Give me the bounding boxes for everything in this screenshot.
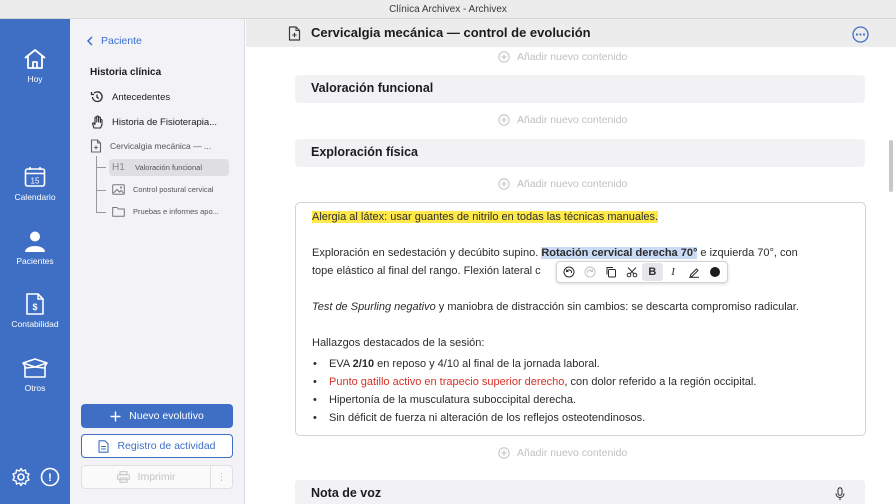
redo-icon	[584, 266, 596, 278]
rail-item-contabilidad[interactable]: $ Contabilidad	[0, 292, 70, 329]
copy-icon	[606, 267, 616, 278]
document-icon	[288, 26, 301, 41]
history-sidebar: Paciente Historia clínica Antecedentes H…	[70, 19, 245, 504]
back-to-patient-link[interactable]: Paciente	[86, 35, 142, 47]
trigger-point-text: Punto gatillo activo en trapecio superio…	[329, 376, 565, 388]
exploration-line-2: tope elástico al final del rango. Flexió…	[312, 265, 541, 277]
section-title: Nota de voz	[311, 486, 382, 500]
add-content-button[interactable]: Añadir nuevo contenido	[498, 178, 627, 190]
rail-bottom-actions: !	[0, 467, 70, 492]
undo-button[interactable]	[559, 263, 580, 281]
allergy-line: Alergia al látex: usar guantes de nitril…	[312, 208, 659, 226]
hand-icon	[91, 115, 103, 129]
svg-text:!: !	[48, 472, 52, 484]
sidebar-item-cervicalgia[interactable]: Cervicalgia mecánica — ...	[90, 139, 211, 153]
chevron-left-icon	[86, 36, 93, 46]
cut-button[interactable]	[621, 263, 642, 281]
italic-button[interactable]: I	[663, 263, 684, 281]
text-color-button[interactable]	[704, 263, 725, 281]
findings-title: Hallazgos destacados de la sesión:	[312, 337, 485, 349]
sidebar-item-historia-fisioterapia[interactable]: Historia de Fisioterapia...	[90, 115, 217, 129]
allergy-highlight: Alergia al látex: usar guantes de nitril…	[312, 211, 659, 223]
rail-item-hoy[interactable]: Hoy	[0, 47, 70, 84]
tree-connector	[96, 156, 97, 213]
rich-text-editor[interactable]: Alergia al látex: usar guantes de nitril…	[295, 202, 866, 436]
alerts-button[interactable]: !	[40, 467, 60, 492]
redo-button[interactable]	[580, 263, 601, 281]
image-icon	[112, 184, 125, 195]
color-swatch-icon	[709, 267, 720, 277]
document-icon	[98, 439, 110, 453]
plus-circle-icon	[498, 51, 510, 63]
format-toolbar: B I	[556, 261, 728, 283]
exploration-line-1: Exploración en sedestación y decúbito su…	[312, 247, 798, 259]
printer-icon	[116, 471, 130, 483]
plus-circle-icon	[498, 114, 510, 126]
invoice-icon: $	[26, 293, 44, 315]
add-content-button[interactable]: Añadir nuevo contenido	[498, 447, 627, 459]
bold-button[interactable]: B	[642, 263, 663, 281]
section-nota-de-voz[interactable]: Nota de voz	[295, 480, 865, 504]
rail-item-calendario[interactable]: 15 Calendario	[0, 165, 70, 202]
settings-button[interactable]	[11, 467, 31, 492]
document-icon	[90, 139, 102, 153]
highlight-button[interactable]	[684, 263, 705, 281]
microphone-icon[interactable]	[835, 487, 845, 501]
selected-text[interactable]: Rotación cervical derecha 70°	[541, 247, 698, 259]
section-valoracion-funcional[interactable]: Valoración funcional	[295, 75, 865, 103]
history-icon	[90, 91, 103, 103]
window-title-bar: Clínica Archivex - Archivex	[0, 0, 896, 19]
plus-circle-icon	[498, 178, 510, 190]
sidebar-subitem-control-postural[interactable]: Control postural cervical	[112, 184, 213, 195]
list-item: Punto gatillo activo en trapecio superio…	[312, 373, 756, 391]
main-nav-rail: Hoy 15 Calendario Pacientes $ Contabilid…	[0, 19, 70, 504]
activity-log-button[interactable]: Registro de actividad	[81, 434, 233, 458]
sidebar-heading: Historia clínica	[90, 67, 162, 78]
sidebar-item-antecedentes[interactable]: Antecedentes	[90, 90, 170, 104]
svg-text:15: 15	[31, 177, 40, 186]
window-title: Clínica Archivex - Archivex	[389, 4, 507, 15]
person-icon	[25, 231, 45, 252]
highlight-icon	[688, 268, 699, 278]
vertical-scrollbar[interactable]	[889, 140, 893, 192]
heading-icon: H1	[112, 162, 125, 173]
section-exploracion-fisica[interactable]: Exploración física	[295, 139, 865, 167]
add-content-button[interactable]: Añadir nuevo contenido	[498, 51, 627, 63]
sidebar-subitem-pruebas[interactable]: Pruebas e informes apo...	[112, 206, 219, 217]
copy-button[interactable]	[601, 263, 622, 281]
plus-circle-icon	[498, 447, 510, 459]
list-item: Hipertonía de la musculatura suboccipita…	[312, 391, 576, 409]
gear-icon	[11, 467, 30, 487]
svg-text:$: $	[32, 302, 37, 312]
print-button[interactable]: Imprimir	[81, 465, 211, 489]
undo-icon	[563, 266, 575, 278]
new-evolution-button[interactable]: Nuevo evolutivo	[81, 404, 233, 428]
add-content-button[interactable]: Añadir nuevo contenido	[498, 114, 627, 126]
scissors-icon	[626, 267, 637, 278]
rail-item-otros[interactable]: Otros	[0, 356, 70, 393]
section-title: Valoración funcional	[311, 81, 434, 95]
box-icon	[22, 358, 48, 378]
document-title: Cervicalgia mecánica — control de evoluc…	[311, 25, 591, 40]
list-item: Sin déficit de fuerza ni alteración de l…	[312, 409, 645, 427]
calendar-icon: 15	[24, 167, 46, 187]
home-icon	[24, 49, 46, 69]
print-options-button[interactable]: ⋮	[211, 465, 233, 489]
spurling-line: Test de Spurling negativo y maniobra de …	[312, 301, 799, 313]
section-title: Exploración física	[311, 145, 418, 159]
more-options-button[interactable]	[852, 26, 869, 43]
sidebar-subitem-valoracion[interactable]: H1 Valoración funcional	[112, 162, 202, 173]
rail-item-pacientes[interactable]: Pacientes	[0, 229, 70, 266]
list-item: EVA 2/10 en reposo y 4/10 al final de la…	[312, 355, 600, 373]
folder-icon	[112, 207, 125, 217]
alert-icon: !	[40, 467, 59, 487]
plus-icon	[110, 411, 121, 421]
